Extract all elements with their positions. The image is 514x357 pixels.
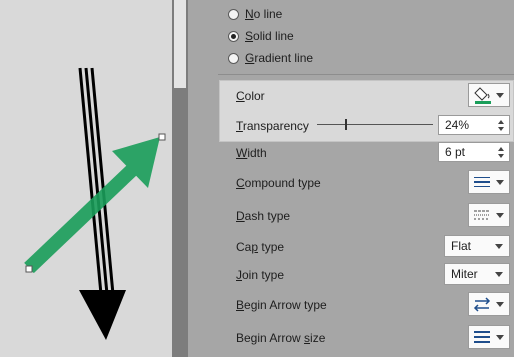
no-line-option[interactable]: No line (228, 4, 282, 24)
transparency-label: Transparency (236, 119, 309, 133)
dash-lines-icon (474, 210, 490, 220)
begin-arrow-size-label: Begin Arrow size (236, 331, 326, 345)
spin-down-icon[interactable] (498, 127, 504, 131)
begin-arrow-type-label: Begin Arrow type (236, 298, 327, 312)
transparency-spinner[interactable]: 24% (438, 115, 510, 135)
join-type-dropdown[interactable]: Miter (444, 263, 510, 285)
spin-down-icon[interactable] (498, 154, 504, 158)
compound-lines-icon (474, 177, 490, 187)
color-picker-button[interactable] (468, 83, 510, 107)
gradient-line-radio[interactable] (228, 52, 239, 64)
width-value[interactable]: 6 pt (445, 145, 465, 159)
chevron-down-icon (496, 93, 504, 98)
join-type-value: Miter (451, 267, 478, 281)
scrollbar-thumb[interactable] (174, 0, 186, 88)
transparency-slider-thumb[interactable] (345, 119, 347, 130)
paint-bucket-icon (474, 87, 491, 104)
cap-type-value: Flat (451, 239, 472, 253)
compound-type-button[interactable] (468, 170, 510, 194)
begin-arrow-size-button[interactable] (468, 325, 510, 349)
no-line-radio[interactable] (228, 8, 239, 20)
vertical-scrollbar[interactable] (172, 0, 188, 357)
transparency-slider[interactable] (317, 124, 433, 125)
width-spinner[interactable]: 6 pt (438, 142, 510, 162)
section-divider (218, 74, 514, 75)
compound-type-label: Compound type (236, 176, 321, 190)
transparency-value[interactable]: 24% (445, 118, 469, 132)
width-label: Width (236, 146, 267, 160)
color-label: Color (236, 89, 265, 103)
format-shape-pane: No line Solid line Gradient line Color T… (188, 0, 514, 357)
spin-up-icon[interactable] (498, 120, 504, 124)
chevron-down-icon (496, 180, 504, 185)
solid-line-label: Solid line (245, 29, 294, 43)
start-handle[interactable] (25, 265, 33, 273)
cap-type-dropdown[interactable]: Flat (444, 235, 510, 257)
slide-canvas[interactable] (0, 0, 172, 357)
join-type-label: Join type (236, 268, 285, 282)
chevron-down-icon (495, 244, 503, 249)
solid-line-option[interactable]: Solid line (228, 26, 294, 46)
chevron-down-icon (496, 302, 504, 307)
arrows-drawing (24, 67, 166, 340)
arrow-type-icon (473, 297, 491, 312)
no-line-label: No line (245, 7, 283, 21)
chevron-down-icon (496, 213, 504, 218)
chevron-down-icon (496, 335, 504, 340)
begin-arrow-type-button[interactable] (468, 292, 510, 316)
dash-type-label: Dash type (236, 209, 291, 223)
dash-type-button[interactable] (468, 203, 510, 227)
solid-line-radio[interactable] (228, 30, 239, 42)
end-handle[interactable] (158, 133, 166, 141)
gradient-line-option[interactable]: Gradient line (228, 48, 313, 68)
spin-up-icon[interactable] (498, 147, 504, 151)
cap-type-label: Cap type (236, 240, 285, 254)
chevron-down-icon (495, 272, 503, 277)
gradient-line-label: Gradient line (245, 51, 314, 65)
arrow-size-icon (474, 331, 490, 343)
